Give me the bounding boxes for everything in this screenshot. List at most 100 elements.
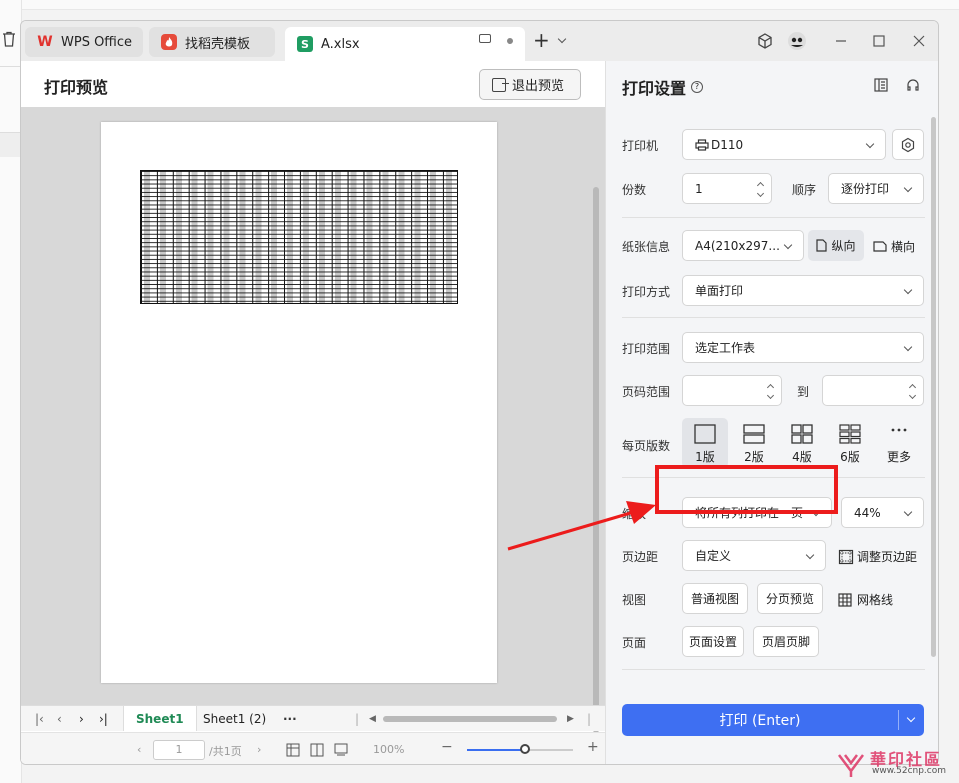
prev-page-icon[interactable]: ‹ <box>137 743 141 756</box>
tab-bar: W WPS Office 找稻壳模板 S A.xlsx + <box>21 21 938 61</box>
zoom-level: 100% <box>373 743 405 756</box>
more-sheets-icon[interactable]: ··· <box>283 712 297 726</box>
panel-layout-icon[interactable] <box>873 77 889 93</box>
exit-preview-label: 退出预览 <box>512 79 565 94</box>
annotation-highlight-box <box>655 465 838 514</box>
order-label: 顺序 <box>792 183 817 197</box>
layout-6-up[interactable]: 6版 <box>827 418 873 468</box>
stepper-up-icon[interactable] <box>756 181 765 190</box>
stepper-down-icon[interactable] <box>756 189 765 198</box>
paper-select[interactable]: A4(210x297... <box>682 230 804 261</box>
divider <box>622 217 925 218</box>
headset-icon[interactable] <box>905 77 921 93</box>
horizontal-scrollbar[interactable] <box>383 716 557 722</box>
print-range-value: 选定工作表 <box>695 341 756 355</box>
tab-daoke-templates[interactable]: 找稻壳模板 <box>149 27 275 57</box>
zoom-out-icon[interactable]: − <box>441 739 453 755</box>
layout-2-up[interactable]: 2版 <box>731 418 777 468</box>
print-mode-select[interactable]: 单面打印 <box>682 275 924 306</box>
scale-percent-select[interactable]: 44% <box>841 497 924 528</box>
avatar[interactable] <box>787 31 807 51</box>
scale-percent-value: 44% <box>854 505 881 520</box>
page-layout-view-icon[interactable] <box>310 743 324 757</box>
scroll-left-icon[interactable]: ◀ <box>369 714 376 724</box>
first-sheet-icon[interactable]: |‹ <box>35 712 44 726</box>
copies-input[interactable]: 1 <box>682 173 772 204</box>
page-break-view-icon[interactable] <box>334 743 348 757</box>
exit-preview-button[interactable]: 退出预览 <box>479 69 581 100</box>
minimize-icon[interactable] <box>831 31 851 51</box>
cube-icon[interactable] <box>755 31 775 51</box>
chevron-down-icon <box>903 507 913 517</box>
normal-view-button[interactable]: 普通视图 <box>682 583 748 614</box>
printer-label: 打印机 <box>622 139 659 153</box>
background-row <box>0 133 22 157</box>
normal-view-icon[interactable] <box>286 743 300 757</box>
printer-properties-button[interactable] <box>892 129 924 160</box>
stepper-down-icon[interactable] <box>908 391 917 400</box>
margin-adjust-icon <box>838 549 854 564</box>
settings-scrollbar[interactable] <box>931 117 936 657</box>
settings-title-text: 打印设置 <box>622 79 687 98</box>
page-range-from-input[interactable] <box>682 375 782 406</box>
layout-6-icon <box>839 424 861 444</box>
layout-4-up[interactable]: 4版 <box>779 418 825 468</box>
prev-sheet-icon[interactable]: ‹ <box>57 712 62 726</box>
adjust-margin-button[interactable]: 调整页边距 <box>838 548 917 565</box>
page-break-preview-button[interactable]: 分页预览 <box>757 583 823 614</box>
adjust-margin-label: 调整页边距 <box>857 550 918 564</box>
new-tab-plus-icon[interactable]: + <box>533 30 550 50</box>
scroll-right-icon[interactable]: ▶ <box>567 714 574 724</box>
tab-list-chevron-icon[interactable] <box>557 34 567 44</box>
zoom-slider-fill <box>467 749 526 751</box>
chevron-down-icon <box>783 240 793 250</box>
pages-per-sheet-label: 每页版数 <box>622 439 671 453</box>
gridlines-toggle[interactable]: 网格线 <box>838 591 893 608</box>
chevron-down-icon <box>906 713 916 723</box>
gear-icon <box>901 137 915 152</box>
layout-label: 更多 <box>886 450 911 464</box>
page-range-to-input[interactable] <box>822 375 924 406</box>
sheet-tab-bar: |‹ ‹ › ›| Sheet1 Sheet1 (2) ··· | ◀ ▶ | <box>21 705 605 731</box>
tab-wps-office[interactable]: W WPS Office <box>25 27 143 57</box>
tab-a-xlsx[interactable]: S A.xlsx <box>285 27 525 61</box>
vertical-scrollbar[interactable] <box>593 187 599 733</box>
page-setup-button[interactable]: 页面设置 <box>682 626 744 657</box>
landscape-button[interactable]: 横向 <box>873 238 915 255</box>
printer-icon <box>695 138 709 151</box>
help-icon[interactable]: ? <box>691 81 704 93</box>
stepper-up-icon[interactable] <box>908 383 917 392</box>
order-select[interactable]: 逐份打印 <box>828 173 924 204</box>
next-sheet-icon[interactable]: › <box>79 712 84 726</box>
paper-value: A4(210x297... <box>695 238 780 253</box>
stepper-up-icon[interactable] <box>766 383 775 392</box>
page-number-input[interactable]: 1 <box>153 740 205 760</box>
sheet-tab-sheet1-2[interactable]: Sheet1 (2) <box>191 706 278 731</box>
margin-select[interactable]: 自定义 <box>682 540 826 571</box>
printer-select[interactable]: D110 <box>682 129 886 160</box>
layout-more[interactable]: 更多 <box>876 418 922 468</box>
header-footer-button[interactable]: 页眉页脚 <box>753 626 819 657</box>
portrait-button[interactable]: 纵向 <box>808 230 864 261</box>
monitor-icon[interactable] <box>479 34 491 43</box>
last-sheet-icon[interactable]: ›| <box>99 712 108 726</box>
tab-label: WPS Office <box>61 34 133 50</box>
print-button[interactable]: 打印 (Enter) <box>622 704 924 736</box>
zoom-slider-knob[interactable] <box>520 744 531 754</box>
print-range-select[interactable]: 选定工作表 <box>682 332 924 363</box>
watermark-logo-icon <box>838 754 864 777</box>
stepper-down-icon[interactable] <box>766 391 775 400</box>
print-options-dropdown[interactable] <box>899 704 924 736</box>
next-page-icon[interactable]: › <box>257 743 261 756</box>
page-label: 页面 <box>622 636 647 650</box>
sheet-tab-sheet1[interactable]: Sheet1 <box>123 706 197 731</box>
gridlines-icon <box>838 592 852 607</box>
chevron-down-icon <box>805 550 815 560</box>
unsaved-dot-icon <box>507 38 513 44</box>
maximize-icon[interactable] <box>869 31 889 51</box>
zoom-slider[interactable] <box>467 744 573 754</box>
exit-icon <box>492 77 509 92</box>
layout-1-up[interactable]: 1版 <box>682 418 728 468</box>
zoom-in-icon[interactable]: + <box>587 739 599 755</box>
close-icon[interactable] <box>909 31 929 51</box>
